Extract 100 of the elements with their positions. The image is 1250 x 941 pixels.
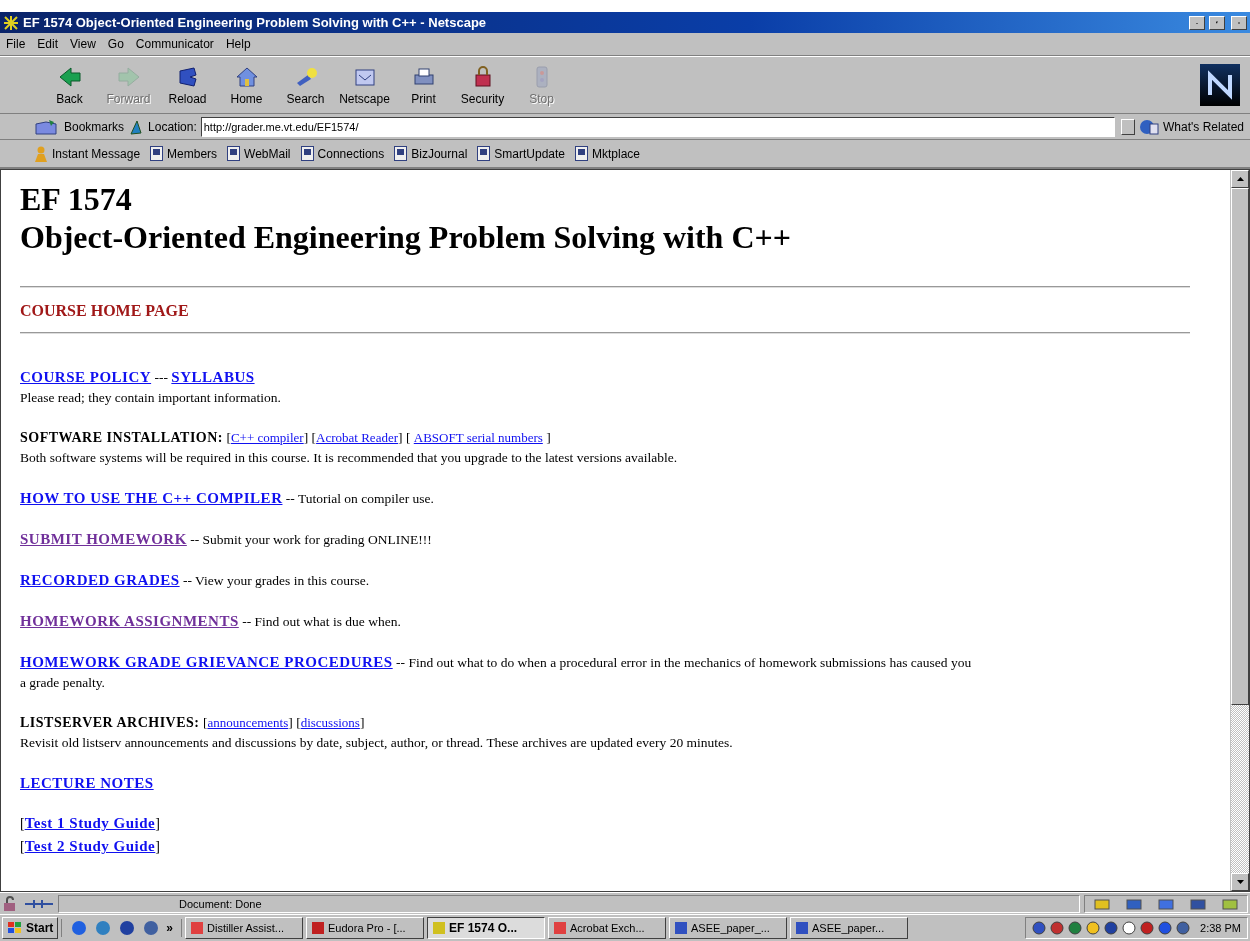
entry-text: LISTSERVER ARCHIVES: [announcements] [discussions] xyxy=(20,714,366,732)
toolbar-button[interactable]: Home xyxy=(217,64,276,106)
entry-text: HOMEWORK GRADE GRIEVANCE PROCEDURES -- Find out what to do when a procedural error in the mechanics of homework submissions has caused you a grade penalty. xyxy=(20,653,973,692)
link[interactable]: Test 1 Study Guide xyxy=(24,815,156,831)
description: Both software systems will be required in this course. It is recommended that you upgrade to the latest versions available. xyxy=(20,449,679,467)
bookmark-page-icon xyxy=(477,146,491,161)
tray-icon[interactable] xyxy=(1158,921,1173,935)
toolbar-button[interactable]: Reload xyxy=(158,64,217,106)
left-arrow-icon xyxy=(57,64,82,89)
menu-item[interactable]: Help xyxy=(225,37,251,51)
link[interactable]: discussions xyxy=(300,715,360,730)
tray-icon[interactable] xyxy=(1140,921,1155,935)
status-text: Document: Done xyxy=(58,894,1080,913)
menu-item[interactable]: Go xyxy=(107,37,124,51)
menu-item[interactable]: File xyxy=(6,37,26,51)
bookmark-icon xyxy=(34,117,60,136)
bookmark-button[interactable]: Mktplace xyxy=(575,146,641,161)
bookmark-button[interactable]: Instant Message xyxy=(34,145,141,162)
location-field[interactable]: http://grader.me.vt.edu/EF1574/ xyxy=(200,116,1115,137)
link[interactable]: ABSOFT serial numbers xyxy=(413,430,543,445)
tray-icon[interactable] xyxy=(1104,921,1119,935)
toolbar-button[interactable]: Search xyxy=(276,64,335,106)
link[interactable]: Acrobat Reader xyxy=(316,430,398,445)
link[interactable]: RECORDED GRADES xyxy=(20,572,180,588)
whats-related-button[interactable]: What's Related xyxy=(1163,119,1244,134)
bookmark-page-icon xyxy=(150,146,164,161)
bookmark-page-icon xyxy=(300,146,314,161)
app-icon xyxy=(311,921,326,935)
toolbar-button[interactable]: Print xyxy=(394,64,453,106)
component-icon[interactable] xyxy=(1125,896,1143,911)
app-icon xyxy=(795,921,810,935)
app-icon xyxy=(674,921,689,935)
link[interactable]: LECTURE NOTES xyxy=(20,775,154,791)
entry-text: SUBMIT HOMEWORK -- Submit your work for grading ONLINE!!! xyxy=(20,530,433,549)
restore-button[interactable] xyxy=(1209,15,1225,30)
menu-item[interactable]: Edit xyxy=(37,37,59,51)
toolbar-button[interactable]: Back xyxy=(40,64,99,106)
windows-logo-icon xyxy=(7,921,23,935)
tray-icon[interactable] xyxy=(1176,921,1191,935)
scroll-thumb[interactable] xyxy=(1231,188,1249,705)
tray-icon[interactable] xyxy=(1122,921,1137,935)
entry-text: HOW TO USE THE C++ COMPILER -- Tutorial on compiler use. xyxy=(20,489,435,508)
quick-launch-icon[interactable] xyxy=(118,919,137,937)
menu-item[interactable]: Communicator xyxy=(135,37,214,51)
taskbar-button[interactable]: Eudora Pro - [... xyxy=(306,917,425,939)
menu-item[interactable]: View xyxy=(70,37,96,51)
bookmarks-button[interactable]: Bookmarks xyxy=(64,119,125,134)
app-icon xyxy=(190,921,205,935)
up-arrow-icon[interactable] xyxy=(1236,177,1244,181)
link[interactable]: HOMEWORK ASSIGNMENTS xyxy=(20,613,239,629)
bookmark-button[interactable]: SmartUpdate xyxy=(477,146,565,161)
page-heading: EF 1574 Object-Oriented Engineering Problem Solving with C++ xyxy=(20,180,792,256)
entry-text: COURSE POLICY --- SYLLABUS xyxy=(20,368,256,387)
quick-launch-icon[interactable] xyxy=(142,919,161,937)
link[interactable]: SUBMIT HOMEWORK xyxy=(20,531,187,547)
link[interactable]: COURSE POLICY xyxy=(20,369,152,385)
more-button[interactable]: » xyxy=(166,921,174,935)
bookmark-button[interactable]: WebMail xyxy=(227,146,291,161)
component-icon[interactable] xyxy=(1157,896,1175,911)
taskbar-button[interactable]: Distiller Assist... xyxy=(185,917,304,939)
toolbar-button[interactable]: Netscape xyxy=(335,64,394,106)
bookmark-button[interactable]: BizJournal xyxy=(394,146,468,161)
link[interactable]: SYLLABUS xyxy=(171,369,255,385)
section-title: COURSE HOME PAGE xyxy=(20,302,190,320)
tray-icon[interactable] xyxy=(1032,921,1047,935)
taskbar-button[interactable]: EF 1574 O... xyxy=(427,917,546,939)
description: Revisit old listserv announcements and discussions by date, subject, author, or thread. These archives are updated every 20 minutes. xyxy=(20,734,734,752)
tray-icon[interactable] xyxy=(1068,921,1083,935)
down-arrow-icon[interactable] xyxy=(1236,880,1244,884)
scrollbar[interactable] xyxy=(1230,170,1249,891)
globe-icon xyxy=(1139,117,1159,136)
person-icon xyxy=(34,145,48,162)
link[interactable]: HOW TO USE THE C++ COMPILER xyxy=(20,490,283,506)
app-icon xyxy=(3,14,19,31)
quick-launch-icon[interactable] xyxy=(70,919,89,937)
bookmark-button[interactable]: Connections xyxy=(300,146,385,161)
link[interactable]: HOMEWORK GRADE GRIEVANCE PROCEDURES xyxy=(20,654,393,670)
taskbar-button[interactable]: ASEE_paper_... xyxy=(669,917,788,939)
link[interactable]: C++ compiler xyxy=(230,430,304,445)
entry-text: RECORDED GRADES -- View your grades in this course. xyxy=(20,571,370,590)
minimize-button[interactable] xyxy=(1189,15,1205,30)
app-icon xyxy=(553,921,568,935)
link[interactable]: Test 2 Study Guide xyxy=(24,838,156,854)
clock: 2:38 PM xyxy=(1200,922,1241,934)
entry-text: [Test 1 Study Guide] xyxy=(20,814,160,833)
connection-icon xyxy=(24,897,54,910)
component-icon[interactable] xyxy=(1189,896,1207,911)
close-button[interactable] xyxy=(1231,15,1247,30)
link[interactable]: announcements xyxy=(207,715,289,730)
toolbar-button[interactable]: Security xyxy=(453,64,512,106)
bookmark-page-icon xyxy=(227,146,241,161)
window-title: EF 1574 Object-Oriented Engineering Problem Solving with C++ - Netscape xyxy=(23,15,488,30)
dropdown-button[interactable] xyxy=(1121,118,1135,135)
tray-icon[interactable] xyxy=(1050,921,1065,935)
tray-icon[interactable] xyxy=(1086,921,1101,935)
location-label: Location: xyxy=(148,119,197,134)
taskbar-button[interactable]: ASEE_paper... xyxy=(790,917,909,939)
start-button[interactable]: Start xyxy=(2,917,59,939)
bookmark-button[interactable]: Members xyxy=(150,146,218,161)
taskbar-button[interactable]: Acrobat Exch... xyxy=(548,917,667,939)
